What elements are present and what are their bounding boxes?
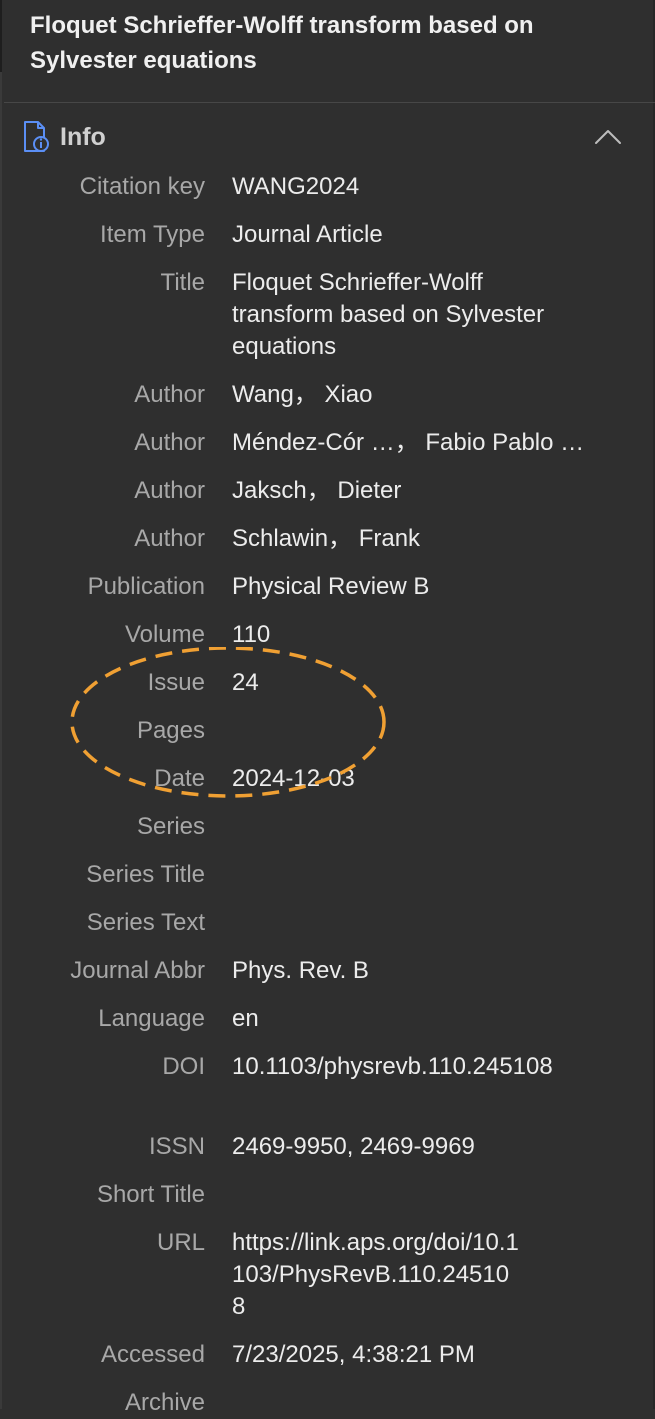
document-info-icon [24, 121, 49, 152]
field-value[interactable]: 2469-9950, 2469-9969 [232, 1131, 577, 1163]
field-label: Pages [136, 717, 205, 744]
field-value[interactable]: Méndez-Cór …， Fabio Pablo … [232, 427, 622, 459]
field-value[interactable]: Journal Article [232, 219, 577, 251]
item-title-header: Floquet Schrieffer-Wolff transform based… [30, 12, 534, 74]
field-value[interactable]: Floquet Schrieffer-Wolff transform based… [232, 267, 552, 363]
field-label: Volume [124, 621, 205, 648]
field-label: Date [154, 765, 205, 792]
field-label: Issue [147, 669, 205, 696]
field-value[interactable]: WANG2024 [232, 171, 577, 203]
field-label: Short Title [96, 1181, 205, 1208]
url-link[interactable]: https://link.aps.org/doi/10.1103/PhysRev… [232, 1227, 522, 1323]
chevron-up-icon[interactable] [592, 124, 624, 148]
field-label: Author [134, 429, 205, 456]
field-label: Accessed [100, 1341, 205, 1368]
field-label: Journal Abbr [70, 957, 205, 984]
field-value[interactable]: Wang， Xiao [232, 379, 577, 411]
field-label: URL [156, 1229, 205, 1256]
info-section-header[interactable]: Info [0, 116, 655, 158]
field-label: Series [136, 813, 205, 840]
field-label: Series Title [86, 861, 205, 888]
field-label: Author [134, 381, 205, 408]
field-label: Series Text [86, 909, 205, 936]
field-label: Item Type [100, 221, 205, 248]
section-label-info: Info [60, 123, 106, 151]
field-value[interactable]: Schlawin， Frank [232, 523, 577, 555]
field-value[interactable]: 110 [232, 619, 577, 651]
field-label: Title [160, 269, 205, 296]
field-value[interactable]: 10.1103/physrevb.110.245108 [232, 1051, 577, 1083]
field-value[interactable]: 7/23/2025, 4:38:21 PM [232, 1339, 577, 1371]
field-value[interactable]: Jaksch， Dieter [232, 475, 577, 507]
header-divider [4, 102, 655, 103]
field-label: Language [98, 1005, 205, 1032]
field-label: Citation key [79, 173, 205, 200]
field-value[interactable]: 24 [232, 667, 577, 699]
field-label: ISSN [148, 1133, 205, 1160]
field-label: Publication [87, 573, 205, 600]
field-label: Archive [124, 1389, 205, 1416]
field-label: DOI [162, 1053, 205, 1080]
item-pane: Floquet Schrieffer-Wolff transform based… [0, 0, 655, 1416]
field-label: Author [134, 477, 205, 504]
field-value[interactable]: Phys. Rev. B [232, 955, 577, 987]
field-value[interactable]: Physical Review B [232, 571, 577, 603]
field-value[interactable]: en [232, 1003, 577, 1035]
field-label: Author [134, 525, 205, 552]
pane-border-top [0, 0, 2, 72]
field-value[interactable]: 2024-12-03 [232, 763, 577, 795]
